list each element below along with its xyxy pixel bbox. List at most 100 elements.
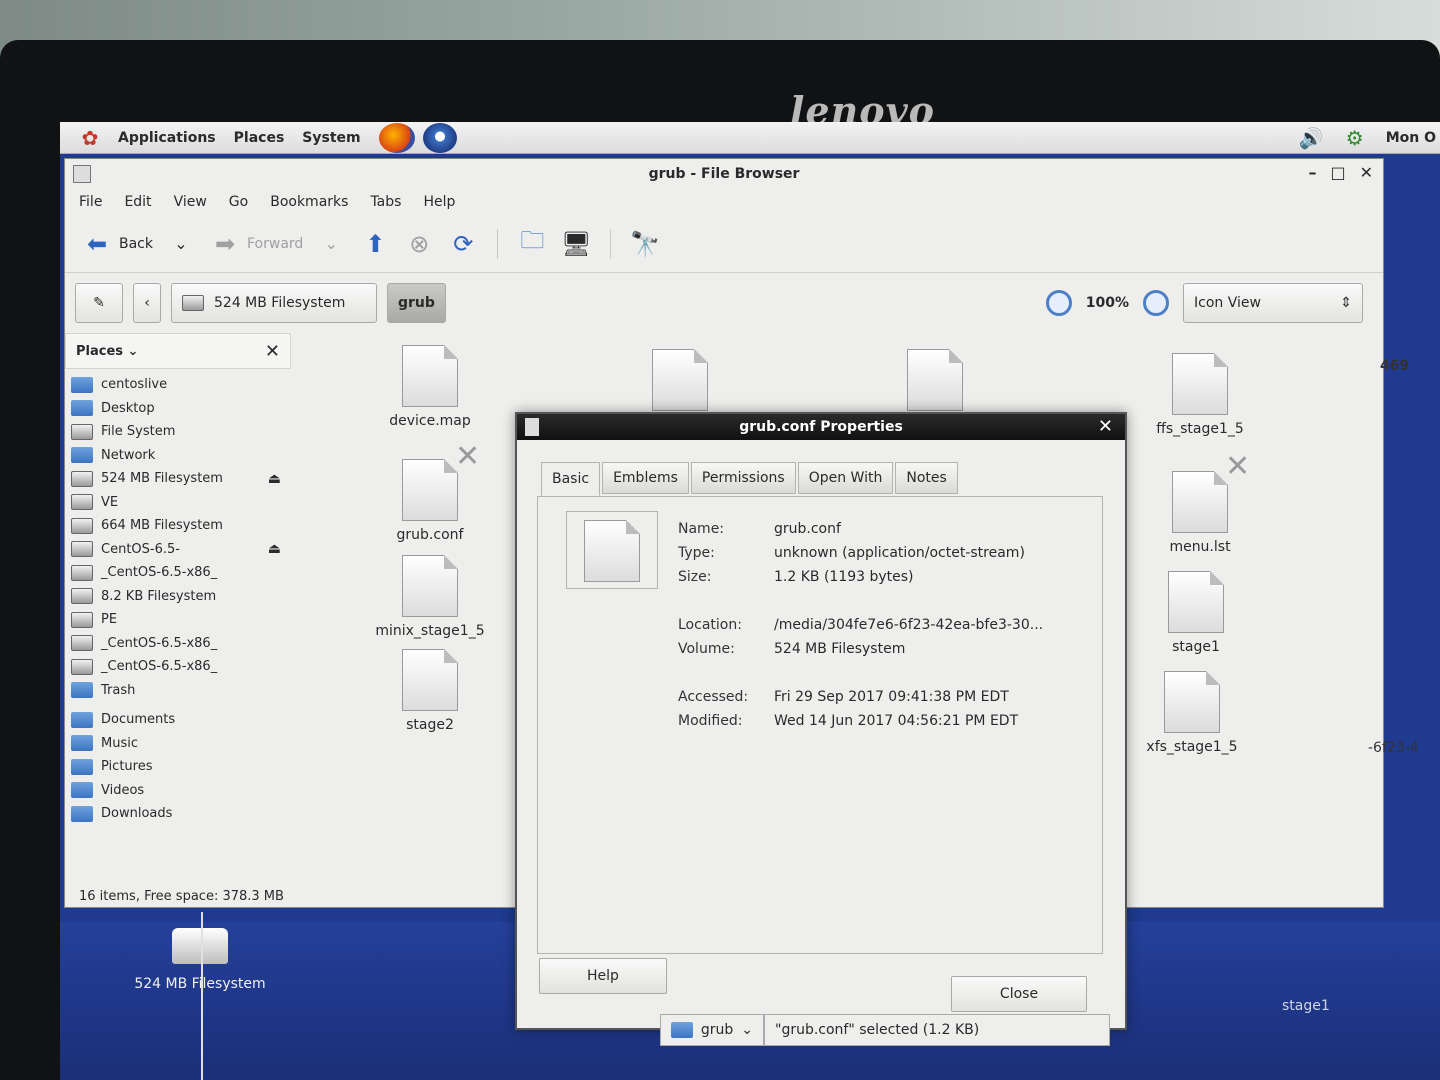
sidebar-item-8kb[interactable]: 8.2 KB Filesystem xyxy=(65,585,291,609)
drive-icon xyxy=(71,494,93,511)
tab-notes[interactable]: Notes xyxy=(895,462,958,494)
sidebar-item-centoslive[interactable]: centoslive xyxy=(65,373,291,397)
menu-go[interactable]: Go xyxy=(229,194,248,210)
window-titlebar[interactable]: grub - File Browser – □ ✕ xyxy=(65,159,1383,189)
sidebar-item-trash[interactable]: Trash xyxy=(65,679,291,703)
sidebar-item-pictures[interactable]: Pictures xyxy=(65,755,291,779)
file-menu-lst[interactable]: menu.lst xyxy=(1125,471,1275,555)
sidebar-item-label: _CentOS-6.5-x86_ xyxy=(101,659,218,675)
sidebar-item-pe[interactable]: PE xyxy=(65,608,291,632)
clock[interactable]: Mon O xyxy=(1386,130,1440,146)
file-xfs-stage1-5[interactable]: xfs_stage1_5 xyxy=(1117,671,1267,755)
eject-icon[interactable]: ⏏ xyxy=(268,541,281,557)
close-icon[interactable]: ✕ xyxy=(1360,163,1373,182)
dialog-close-icon[interactable]: ✕ xyxy=(1098,416,1113,437)
file-device-map[interactable]: device.map xyxy=(355,345,505,429)
breadcrumb-left-button[interactable]: ‹ xyxy=(133,283,161,323)
sidebar-item-desktop[interactable]: Desktop xyxy=(65,397,291,421)
thunderbird-icon[interactable] xyxy=(422,122,457,153)
breadcrumb-current[interactable]: grub xyxy=(387,283,446,323)
menu-edit[interactable]: Edit xyxy=(124,194,151,210)
taskbar-status: "grub.conf" selected (1.2 KB) xyxy=(764,1014,1110,1046)
search-binoculars-icon[interactable]: 🔭 xyxy=(629,228,661,260)
sidebar-item-ve[interactable]: VE xyxy=(65,491,291,515)
sidebar-item-664mb[interactable]: 664 MB Filesystem xyxy=(65,514,291,538)
dialog-titlebar[interactable]: grub.conf Properties ✕ xyxy=(517,414,1125,440)
tab-permissions[interactable]: Permissions xyxy=(690,462,796,494)
file-unnamed-1[interactable] xyxy=(605,349,755,417)
file-stage1[interactable]: stage1 xyxy=(1121,571,1271,655)
eject-icon[interactable]: ⏏ xyxy=(268,471,281,487)
forward-button[interactable]: ➡ Forward xyxy=(209,228,303,260)
toggle-location-entry-button[interactable]: ✎ xyxy=(75,283,123,323)
menu-system[interactable]: System xyxy=(296,130,366,146)
file-minix-stage1-5[interactable]: minix_stage1_5 xyxy=(355,555,505,639)
view-mode-value: Icon View xyxy=(1194,295,1261,311)
minimize-icon[interactable]: – xyxy=(1308,163,1316,182)
forward-history-chevron-icon[interactable]: ⌄ xyxy=(315,228,347,260)
desktop-icon-524mb[interactable]: 524 MB Filesystem xyxy=(120,928,280,992)
folder-icon xyxy=(71,805,93,822)
computer-icon[interactable]: 🖥 xyxy=(560,228,592,260)
tab-emblems[interactable]: Emblems xyxy=(602,462,689,494)
sidebar-item-centos-disc[interactable]: CentOS-6.5- ⏏ xyxy=(65,538,291,562)
view-mode-select[interactable]: Icon View ⇕ xyxy=(1183,283,1363,323)
file-unnamed-2[interactable] xyxy=(860,349,1010,417)
sidebar-item-documents[interactable]: Documents xyxy=(65,708,291,732)
tab-basic[interactable]: Basic xyxy=(541,462,601,496)
menu-tabs[interactable]: Tabs xyxy=(370,194,401,210)
firefox-icon[interactable] xyxy=(378,122,415,153)
home-folder-icon[interactable]: 🗀 xyxy=(516,226,548,260)
breadcrumb-parent[interactable]: 524 MB Filesystem xyxy=(171,283,377,323)
sidebar-item-downloads[interactable]: Downloads xyxy=(65,802,291,826)
text-file-icon xyxy=(652,349,708,411)
network-status-icon[interactable]: ⚙ xyxy=(1346,126,1364,150)
volume-icon[interactable]: 🔊 xyxy=(1299,126,1324,150)
reload-icon[interactable]: ⟳ xyxy=(447,228,479,260)
taskbar-folder-button[interactable]: grub ⌄ xyxy=(660,1014,764,1046)
window-menu-icon[interactable] xyxy=(73,165,91,183)
file-stage2[interactable]: stage2 xyxy=(355,649,505,733)
file-ffs-stage1-5[interactable]: ffs_stage1_5 xyxy=(1125,353,1275,437)
disc-icon xyxy=(71,541,93,558)
modified-label: Modified: xyxy=(678,713,743,729)
close-pane-icon[interactable]: ✕ xyxy=(265,341,280,362)
sidebar-item-524mb[interactable]: 524 MB Filesystem ⏏ xyxy=(65,467,291,491)
up-arrow-icon[interactable]: ⬆ xyxy=(359,228,391,260)
sidebar-item-file-system[interactable]: File System xyxy=(65,420,291,444)
sidebar-item-music[interactable]: Music xyxy=(65,732,291,756)
sidebar-item-centos-x86-1[interactable]: _CentOS-6.5-x86_ xyxy=(65,561,291,585)
side-pane-header[interactable]: Places ⌄ ✕ xyxy=(65,333,291,369)
drive-icon xyxy=(172,928,228,964)
menu-view[interactable]: View xyxy=(174,194,207,210)
sidebar-item-centos-x86-2[interactable]: _CentOS-6.5-x86_ xyxy=(65,632,291,656)
properties-list: Name: grub.conf Type: unknown (application… xyxy=(678,517,1043,733)
back-button[interactable]: ⬅ Back xyxy=(81,228,153,260)
menu-places[interactable]: Places xyxy=(228,130,291,146)
location-value: /media/304fe7e6-6f23-42ea-bfe3-30... xyxy=(774,617,1044,633)
maximize-icon[interactable]: □ xyxy=(1330,163,1345,182)
close-button[interactable]: Close xyxy=(951,976,1087,1012)
back-history-chevron-icon[interactable]: ⌄ xyxy=(165,228,197,260)
sidebar-item-network[interactable]: Network xyxy=(65,444,291,468)
menu-help[interactable]: Help xyxy=(423,194,455,210)
file-icon-button[interactable] xyxy=(566,511,658,589)
zoom-out-icon[interactable] xyxy=(1045,290,1072,316)
sidebar-item-videos[interactable]: Videos xyxy=(65,779,291,803)
zoom-in-icon[interactable] xyxy=(1143,290,1169,316)
broken-link-icon: ✕ xyxy=(455,439,481,474)
menu-bookmarks[interactable]: Bookmarks xyxy=(270,194,348,210)
menu-file[interactable]: File xyxy=(79,194,102,210)
drive-icon xyxy=(71,588,93,605)
name-label: Name: xyxy=(678,521,725,537)
toolbar-separator xyxy=(497,228,499,259)
stop-icon[interactable]: ⊗ xyxy=(403,228,435,260)
sidebar-item-centos-x86-3[interactable]: _CentOS-6.5-x86_ xyxy=(65,655,291,679)
tab-open-with[interactable]: Open With xyxy=(797,462,894,494)
status-bar: 16 items, Free space: 378.3 MB xyxy=(79,889,284,904)
file-grub-conf[interactable]: grub.conf xyxy=(355,459,505,543)
text-file-icon xyxy=(402,345,458,407)
toolbar-separator xyxy=(610,228,612,259)
help-button[interactable]: Help xyxy=(539,958,667,994)
menu-applications[interactable]: Applications xyxy=(112,130,222,146)
